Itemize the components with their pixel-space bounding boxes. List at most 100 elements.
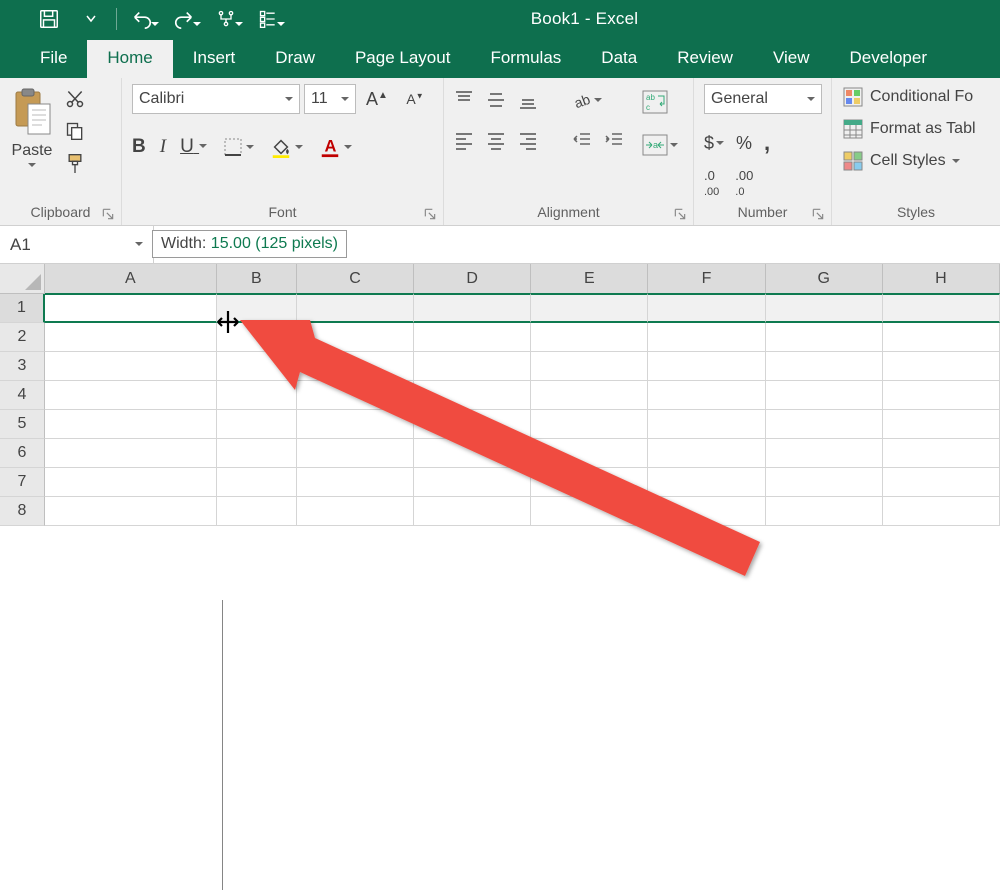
cell-E2[interactable] [531, 323, 648, 352]
orientation-button[interactable]: ab [572, 90, 602, 110]
cell-C5[interactable] [297, 410, 414, 439]
cell-G1[interactable] [766, 293, 883, 323]
bold-button[interactable]: B [132, 136, 146, 158]
cell-H5[interactable] [883, 410, 1000, 439]
cell-A3[interactable] [45, 352, 217, 381]
increase-decimal-button[interactable]: .0.00 [704, 168, 719, 198]
cell-A1[interactable] [45, 293, 217, 323]
cell-B2[interactable] [217, 323, 297, 352]
cell-B5[interactable] [217, 410, 297, 439]
cell-G8[interactable] [766, 497, 883, 526]
cell-A8[interactable] [45, 497, 217, 526]
cell-D2[interactable] [414, 323, 531, 352]
font-launcher-icon[interactable] [423, 207, 437, 221]
cell-B8[interactable] [217, 497, 297, 526]
cell-E4[interactable] [531, 381, 648, 410]
cell-A5[interactable] [45, 410, 217, 439]
cell-E6[interactable] [531, 439, 648, 468]
cell-D8[interactable] [414, 497, 531, 526]
cell-C2[interactable] [297, 323, 414, 352]
increase-font-button[interactable]: A▲ [360, 85, 394, 113]
row-header-3[interactable]: 3 [0, 352, 45, 381]
save-button[interactable] [28, 0, 70, 38]
increase-indent-button[interactable] [604, 130, 624, 150]
column-header-D[interactable]: D [414, 264, 531, 294]
qat-extra-1[interactable] [205, 0, 247, 38]
align-left-button[interactable] [454, 130, 474, 150]
cell-G6[interactable] [766, 439, 883, 468]
tab-page-layout[interactable]: Page Layout [335, 40, 470, 78]
cell-F4[interactable] [648, 381, 765, 410]
decrease-decimal-button[interactable]: .00.0 [735, 168, 753, 198]
number-launcher-icon[interactable] [811, 207, 825, 221]
qat-extra-2[interactable] [247, 0, 289, 38]
column-header-E[interactable]: E [531, 264, 648, 294]
paste-label[interactable]: Paste [12, 142, 53, 160]
column-header-B[interactable]: B [217, 264, 297, 294]
cell-H7[interactable] [883, 468, 1000, 497]
accounting-format-button[interactable]: $ [704, 133, 724, 154]
paste-dropdown-icon[interactable] [28, 163, 36, 171]
cell-H3[interactable] [883, 352, 1000, 381]
cell-H2[interactable] [883, 323, 1000, 352]
cell-G7[interactable] [766, 468, 883, 497]
tab-file[interactable]: File [20, 40, 87, 78]
redo-button[interactable] [163, 0, 205, 38]
percent-format-button[interactable]: % [736, 133, 752, 154]
cell-E1[interactable] [531, 293, 648, 323]
cell-F8[interactable] [648, 497, 765, 526]
row-header-4[interactable]: 4 [0, 381, 45, 410]
cell-C4[interactable] [297, 381, 414, 410]
column-header-G[interactable]: G [766, 264, 883, 294]
cut-button[interactable] [60, 88, 90, 110]
tab-insert[interactable]: Insert [173, 40, 256, 78]
cell-H4[interactable] [883, 381, 1000, 410]
cell-F1[interactable] [648, 293, 765, 323]
cell-C8[interactable] [297, 497, 414, 526]
format-as-table-button[interactable]: Format as Tabl [842, 118, 976, 140]
comma-format-button[interactable]: , [764, 130, 770, 156]
cell-G5[interactable] [766, 410, 883, 439]
tab-developer[interactable]: Developer [830, 40, 948, 78]
cell-A2[interactable] [45, 323, 217, 352]
align-top-button[interactable] [454, 90, 474, 110]
cell-F7[interactable] [648, 468, 765, 497]
cell-H6[interactable] [883, 439, 1000, 468]
align-center-button[interactable] [486, 130, 506, 150]
cell-E7[interactable] [531, 468, 648, 497]
cell-G2[interactable] [766, 323, 883, 352]
cell-E5[interactable] [531, 410, 648, 439]
borders-button[interactable] [223, 137, 254, 157]
cell-D6[interactable] [414, 439, 531, 468]
undo-button[interactable] [121, 0, 163, 38]
save-dropdown[interactable] [70, 0, 112, 38]
cell-D7[interactable] [414, 468, 531, 497]
paste-button[interactable] [10, 84, 54, 140]
cell-G4[interactable] [766, 381, 883, 410]
select-all-button[interactable] [0, 264, 45, 294]
row-header-8[interactable]: 8 [0, 497, 45, 526]
italic-button[interactable]: I [160, 136, 166, 158]
cell-B3[interactable] [217, 352, 297, 381]
cell-E8[interactable] [531, 497, 648, 526]
tab-review[interactable]: Review [657, 40, 753, 78]
decrease-indent-button[interactable] [572, 130, 592, 150]
tab-formulas[interactable]: Formulas [470, 40, 581, 78]
merge-center-button[interactable]: a [642, 134, 678, 156]
cell-B1[interactable] [217, 293, 297, 323]
cell-C7[interactable] [297, 468, 414, 497]
font-color-button[interactable]: A [319, 136, 352, 158]
alignment-launcher-icon[interactable] [673, 207, 687, 221]
row-header-2[interactable]: 2 [0, 323, 45, 352]
cell-D5[interactable] [414, 410, 531, 439]
wrap-text-button[interactable]: abc [642, 90, 678, 114]
cell-C6[interactable] [297, 439, 414, 468]
underline-button[interactable]: U [180, 136, 207, 158]
align-middle-button[interactable] [486, 90, 506, 110]
cell-B6[interactable] [217, 439, 297, 468]
column-header-H[interactable]: H [883, 264, 1000, 294]
cell-B4[interactable] [217, 381, 297, 410]
cell-F5[interactable] [648, 410, 765, 439]
cell-H8[interactable] [883, 497, 1000, 526]
align-bottom-button[interactable] [518, 90, 538, 110]
